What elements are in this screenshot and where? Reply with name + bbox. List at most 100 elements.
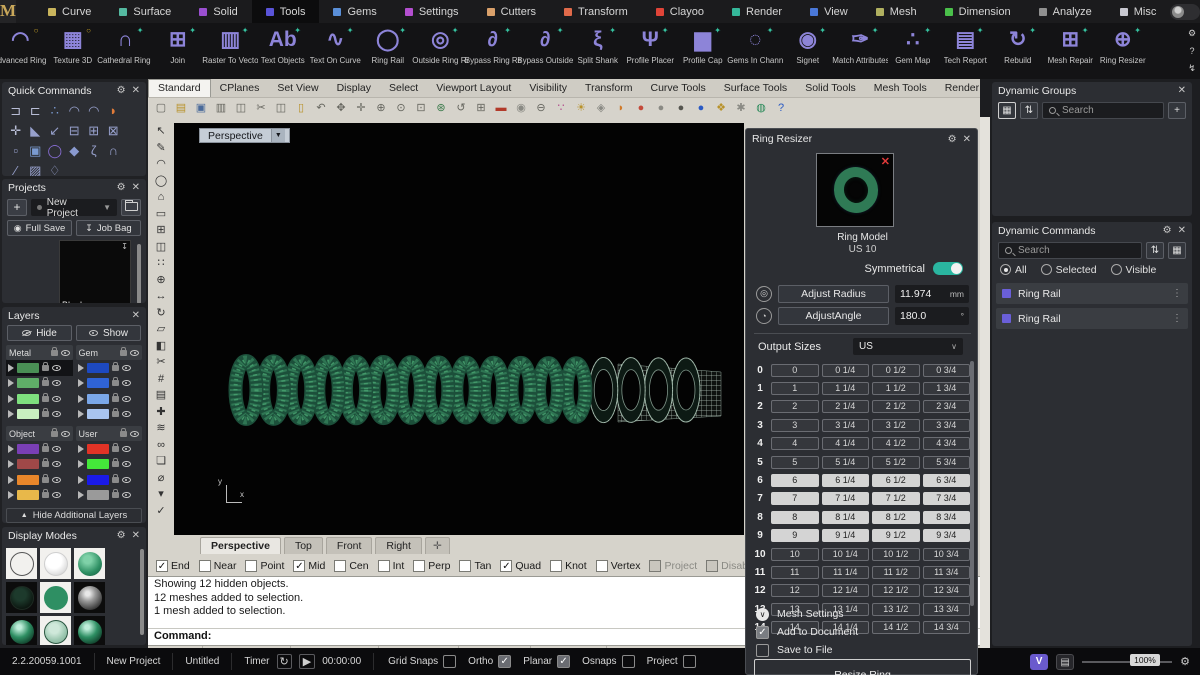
layer-row[interactable] [6, 407, 73, 423]
snap-icon[interactable]: ◉ [512, 100, 530, 117]
eye-icon[interactable] [52, 411, 61, 418]
radius-value-field[interactable]: 11.974 mm [895, 284, 969, 303]
points-icon[interactable]: ∷ [151, 255, 171, 272]
size-button-11-1-4[interactable]: 11 1/4 [821, 565, 869, 579]
menu-misc[interactable]: Misc [1106, 0, 1171, 23]
menu-mesh[interactable]: Mesh [862, 0, 931, 23]
tool-profile-placer[interactable]: ✦ Ψ Profile Placer [624, 23, 677, 79]
paste-icon[interactable]: ▯ [292, 100, 310, 117]
lock-icon[interactable] [111, 458, 119, 468]
shaded-view-icon[interactable]: ◗ [612, 100, 630, 117]
gear-icon[interactable]: ⚙ [1163, 225, 1172, 236]
layer-row[interactable] [76, 457, 143, 473]
circle-icon[interactable]: ⊖ [532, 100, 550, 117]
grid-view-icon[interactable]: ▦ [1168, 242, 1186, 259]
commands-search-input[interactable]: Search [998, 242, 1142, 259]
checkbox[interactable]: ✓ [156, 560, 168, 572]
lock-icon[interactable] [42, 442, 49, 452]
size-button-7-3-4[interactable]: 7 3/4 [922, 492, 970, 506]
lock-icon[interactable] [111, 392, 119, 402]
export-icon[interactable]: ◫ [232, 100, 250, 117]
close-icon[interactable]: ✕ [1178, 85, 1186, 96]
redo-icon[interactable]: ⊏ [26, 101, 46, 121]
size-button-5[interactable]: 5 [771, 455, 819, 469]
add-viewport-tab-button[interactable]: ✛ [424, 537, 450, 554]
size-button-2-1-4[interactable]: 2 1/4 [821, 400, 869, 414]
osnap-perp[interactable]: Perp [413, 560, 450, 572]
checkbox[interactable] [621, 655, 635, 668]
osnap-project[interactable]: Project [649, 560, 697, 572]
layer-color-swatch[interactable] [86, 443, 109, 454]
size-button-7-1-4[interactable]: 7 1/4 [821, 492, 869, 506]
tool-bypass-outside-rin-[interactable]: ✦ ∂ Bypass Outside Rin... [517, 23, 573, 79]
metallic-mode[interactable] [74, 582, 105, 613]
layer-row[interactable] [76, 407, 143, 423]
shaded-mode[interactable] [74, 548, 105, 579]
size-button-0-3-4[interactable]: 0 3/4 [922, 363, 970, 377]
size-button-12-1-4[interactable]: 12 1/4 [821, 584, 869, 598]
menu-dimension[interactable]: Dimension [931, 0, 1025, 23]
tool-advanced-ring-rail[interactable]: ○◠ Advanced Ring Rail [0, 23, 48, 79]
size-button-6-3-4[interactable]: 6 3/4 [922, 474, 970, 488]
diameter-icon[interactable]: ⌀ [151, 470, 171, 487]
dark-mode[interactable] [6, 582, 37, 613]
eye-icon[interactable] [121, 445, 131, 452]
zoom-slider[interactable]: 100% [1082, 653, 1173, 666]
undo-icon[interactable]: ⊐ [6, 101, 26, 121]
toolbar-tab-solid-tools[interactable]: Solid Tools [796, 80, 865, 97]
layer-color-swatch[interactable] [17, 393, 39, 404]
size-button-4[interactable]: 4 [771, 437, 819, 451]
open-folder-icon[interactable]: ▤ [172, 100, 190, 117]
expand-triangle-icon[interactable] [77, 363, 84, 372]
menu-solid[interactable]: Solid [185, 0, 251, 23]
timer-play-icon[interactable]: ▶ [298, 654, 316, 669]
color-wheel-icon[interactable]: ● [632, 100, 650, 117]
lock-icon[interactable] [111, 361, 119, 371]
lock-icon[interactable] [120, 346, 127, 356]
trim-icon[interactable]: ◧ [151, 338, 171, 355]
project-thumbnail[interactable]: ↧ Blank [59, 240, 131, 303]
layer-group-header[interactable]: User [75, 426, 142, 441]
tool-mesh-repair[interactable]: ✦ ⊞ Mesh Repair [1044, 23, 1097, 79]
mirror-v-icon[interactable]: ⊞ [84, 121, 104, 141]
size-button-5-3-4[interactable]: 5 3/4 [922, 455, 970, 469]
eye-icon[interactable] [60, 349, 70, 356]
viewport-tab-perspective[interactable]: Perspective [200, 537, 281, 554]
toolbar-tab-cplanes[interactable]: CPlanes [211, 80, 269, 97]
eye-icon[interactable] [121, 395, 131, 402]
eye-icon[interactable] [121, 364, 131, 371]
toolbar-tab-render-tools[interactable]: Render Tools [936, 80, 980, 97]
close-icon[interactable]: ✕ [1178, 225, 1186, 236]
layer-row[interactable] [76, 391, 143, 407]
layer-color-swatch[interactable] [86, 474, 109, 485]
adjust-angle-button[interactable]: AdjustAngle [778, 306, 889, 325]
raytraced-mode[interactable] [74, 616, 105, 645]
pencil-icon[interactable]: ✎ [151, 140, 171, 157]
pan-icon[interactable]: ✥ [332, 100, 350, 117]
add-to-document-checkbox[interactable]: ✓ [756, 625, 769, 639]
print-icon[interactable]: ▥ [212, 100, 230, 117]
expand-triangle-icon[interactable] [8, 379, 14, 388]
slash-icon[interactable]: ∕ [6, 161, 26, 176]
size-button-11-1-2[interactable]: 11 1/2 [872, 565, 920, 579]
translucent-mode[interactable] [40, 616, 71, 645]
osnap-tan[interactable]: Tan [459, 560, 491, 572]
expand-triangle-icon[interactable] [8, 460, 14, 469]
size-button-0[interactable]: 0 [771, 363, 819, 377]
layer-color-swatch[interactable] [17, 362, 39, 373]
gears-icon[interactable]: ✱ [732, 100, 750, 117]
zoom-in-icon[interactable]: ⊕ [372, 100, 390, 117]
checkbox[interactable] [649, 560, 662, 572]
eye-icon[interactable] [52, 492, 61, 499]
menu-view[interactable]: View [796, 0, 862, 23]
size-button-12-3-4[interactable]: 12 3/4 [922, 584, 970, 598]
eye-icon[interactable] [130, 430, 139, 437]
surface-corner-icon[interactable]: ◣ [26, 121, 46, 141]
size-button-12-1-2[interactable]: 12 1/2 [872, 584, 920, 598]
viewport-tab-top[interactable]: Top [283, 537, 323, 554]
mesh-settings-expander[interactable]: ∨ [756, 607, 769, 621]
size-button-8-1-2[interactable]: 8 1/2 [872, 510, 920, 524]
gear-icon[interactable]: ⚙ [117, 182, 126, 193]
size-button-1-1-4[interactable]: 1 1/4 [821, 382, 869, 396]
project-select[interactable]: New Project ▼ [31, 197, 117, 219]
